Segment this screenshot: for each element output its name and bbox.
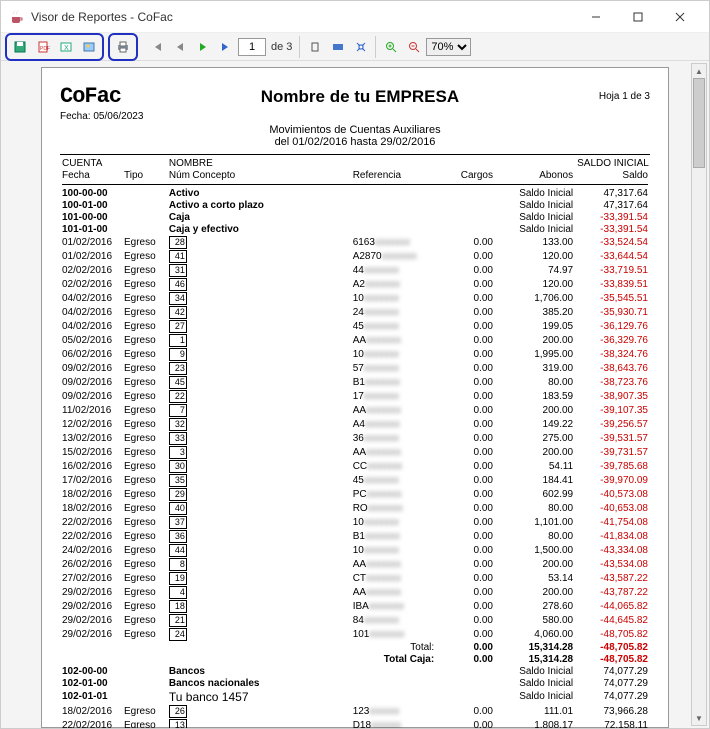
toolbar: PDF X de 3 70% <box>1 33 709 61</box>
table-row: 09/02/2016Egreso2217xxxxxxx0.00183.59-38… <box>60 389 650 403</box>
table-row: 09/02/2016Egreso2357xxxxxxx0.00319.00-38… <box>60 361 650 375</box>
zoom-in-button[interactable] <box>380 36 402 58</box>
minimize-button[interactable] <box>575 3 617 31</box>
last-page-button[interactable] <box>215 36 237 58</box>
account-group-row: 100-01-00Activo a corto plazoSaldo Inici… <box>60 199 650 211</box>
table-row: 01/02/2016Egreso286163xxxxxxx0.00133.00-… <box>60 235 650 249</box>
table-row: 04/02/2016Egreso3410xxxxxxx0.001,706.00-… <box>60 291 650 305</box>
export-pdf-button[interactable]: PDF <box>32 36 54 58</box>
company-name: Nombre de tu EMPRESA <box>121 87 599 107</box>
first-page-button[interactable] <box>146 36 168 58</box>
logo: CoFac <box>60 84 121 109</box>
page-of-label: de 3 <box>267 41 296 53</box>
table-row: 29/02/2016Egreso18IBAxxxxxxx0.00278.60-4… <box>60 599 650 613</box>
scroll-up-arrow[interactable]: ▲ <box>692 64 706 78</box>
table-row: 29/02/2016Egreso4AAxxxxxxx0.00200.00-43,… <box>60 585 650 599</box>
table-row: 16/02/2016Egreso30CCxxxxxxx0.0054.11-39,… <box>60 459 650 473</box>
next-page-button[interactable] <box>192 36 214 58</box>
save-button[interactable] <box>9 36 31 58</box>
table-row: 13/02/2016Egreso3336xxxxxxx0.00275.00-39… <box>60 431 650 445</box>
report-subtitle-2: del 01/02/2016 hasta 29/02/2016 <box>60 136 650 148</box>
table-row: 22/02/2016Egreso13D18xxxxxx0.001,808.177… <box>60 718 650 728</box>
window-title: Visor de Reportes - CoFac <box>31 10 575 24</box>
print-button[interactable] <box>112 36 134 58</box>
table-row: 27/02/2016Egreso19CTxxxxxxx0.0053.14-43,… <box>60 571 650 585</box>
report-subtitle-1: Movimientos de Cuentas Auxiliares <box>60 124 650 136</box>
table-row: 22/02/2016Egreso36B1xxxxxxx0.0080.00-41,… <box>60 529 650 543</box>
header-row-2: Fecha Tipo Núm Concepto Referencia Cargo… <box>60 169 650 181</box>
table-row: 18/02/2016Egreso29PCxxxxxxx0.00602.99-40… <box>60 487 650 501</box>
account-group-row: 100-00-00ActivoSaldo Inicial47,317.64 <box>60 187 650 199</box>
maximize-button[interactable] <box>617 3 659 31</box>
export-group-highlight: PDF X <box>5 33 104 61</box>
print-date: Fecha: 05/06/2023 <box>60 111 650 122</box>
table-row: 22/02/2016Egreso3710xxxxxxx0.001,101.00-… <box>60 515 650 529</box>
page-number-input[interactable] <box>238 38 266 56</box>
account-group-row: 102-01-00Bancos nacionalesSaldo Inicial7… <box>60 677 650 689</box>
prev-page-button[interactable] <box>169 36 191 58</box>
export-excel-button[interactable]: X <box>55 36 77 58</box>
table-row: 24/02/2016Egreso4410xxxxxxx0.001,500.00-… <box>60 543 650 557</box>
account-group-row: 102-01-01Tu banco 1457Saldo Inicial74,07… <box>60 689 650 704</box>
account-group-row: 101-00-00CajaSaldo Inicial-33,391.54 <box>60 211 650 223</box>
table-row: 12/02/2016Egreso32A4xxxxxxx0.00149.22-39… <box>60 417 650 431</box>
table-row: 04/02/2016Egreso4224xxxxxxx0.00385.20-35… <box>60 305 650 319</box>
java-icon <box>9 9 25 25</box>
table-row: 04/02/2016Egreso2745xxxxxxx0.00199.05-36… <box>60 319 650 333</box>
close-button[interactable] <box>659 3 701 31</box>
report-page: CoFac Nombre de tu EMPRESA Hoja 1 de 3 F… <box>41 67 669 728</box>
account-group-row: 101-01-00Caja y efectivoSaldo Inicial-33… <box>60 223 650 235</box>
fit-width-button[interactable] <box>327 36 349 58</box>
scroll-down-arrow[interactable]: ▼ <box>692 711 706 725</box>
subtotal-row: Total: 0.00 15,314.28 -48,705.82 <box>60 641 650 653</box>
scroll-thumb[interactable] <box>693 78 705 168</box>
total-caja-row: Total Caja: 0.00 15,314.28 -48,705.82 <box>60 653 650 665</box>
zoom-out-button[interactable] <box>403 36 425 58</box>
table-row: 01/02/2016Egreso41A2870xxxxxxx0.00120.00… <box>60 249 650 263</box>
table-row: 15/02/2016Egreso3AAxxxxxxx0.00200.00-39,… <box>60 445 650 459</box>
table-row: 06/02/2016Egreso910xxxxxxx0.001,995.00-3… <box>60 347 650 361</box>
table-row: 05/02/2016Egreso1AAxxxxxxx0.00200.00-36,… <box>60 333 650 347</box>
table-row: 02/02/2016Egreso3144xxxxxxx0.0074.97-33,… <box>60 263 650 277</box>
table-row: 18/02/2016Egreso40ROxxxxxxx0.0080.00-40,… <box>60 501 650 515</box>
zoom-select[interactable]: 70% <box>426 38 471 56</box>
table-row: 26/02/2016Egreso8AAxxxxxxx0.00200.00-43,… <box>60 557 650 571</box>
header-row-1: CUENTA NOMBRE SALDO INICIAL <box>60 157 650 169</box>
svg-text:PDF: PDF <box>40 46 50 52</box>
page-indicator: Hoja 1 de 3 <box>599 91 650 102</box>
account-group-row: 102-00-00BancosSaldo Inicial74,077.29 <box>60 665 650 677</box>
export-image-button[interactable] <box>78 36 100 58</box>
table-row: 11/02/2016Egreso7AAxxxxxxx0.00200.00-39,… <box>60 403 650 417</box>
svg-text:X: X <box>64 45 69 52</box>
table-row: 29/02/2016Egreso24101xxxxxxx0.004,060.00… <box>60 627 650 641</box>
table-row: 29/02/2016Egreso2184xxxxxxx0.00580.00-44… <box>60 613 650 627</box>
print-group-highlight <box>108 33 138 61</box>
report-viewport: CoFac Nombre de tu EMPRESA Hoja 1 de 3 F… <box>1 61 709 728</box>
vertical-scrollbar[interactable]: ▲ ▼ <box>691 63 707 726</box>
single-page-button[interactable] <box>304 36 326 58</box>
table-row: 09/02/2016Egreso45B1xxxxxxx0.0080.00-38,… <box>60 375 650 389</box>
table-row: 02/02/2016Egreso46A2xxxxxxx0.00120.00-33… <box>60 277 650 291</box>
table-row: 18/02/2016Egreso26123xxxxxx0.00111.0173,… <box>60 704 650 718</box>
fit-page-button[interactable] <box>350 36 372 58</box>
table-row: 17/02/2016Egreso3545xxxxxxx0.00184.41-39… <box>60 473 650 487</box>
